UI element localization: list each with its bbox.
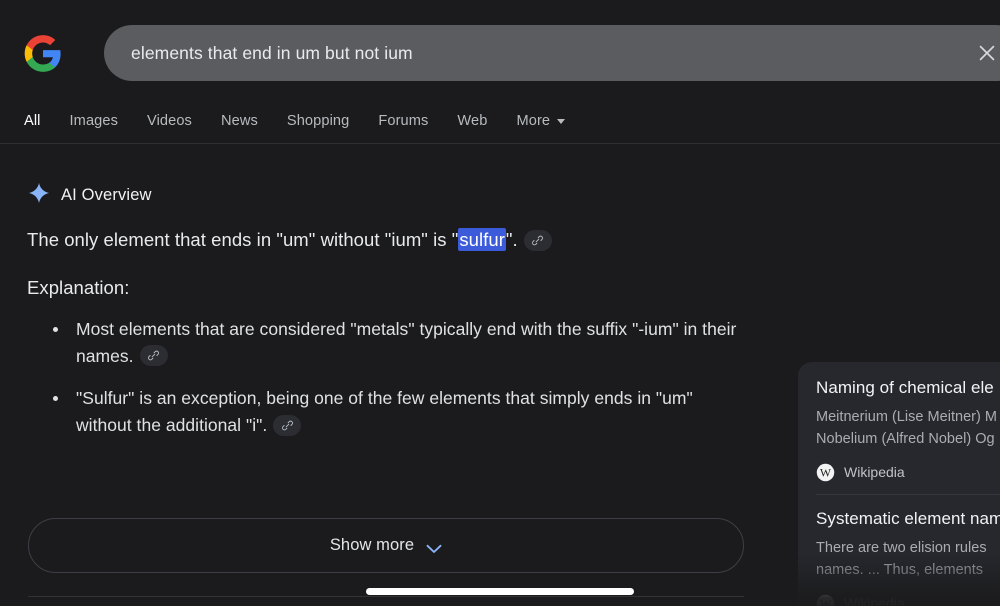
search-input[interactable]: elements that end in um but not ium <box>104 25 1000 81</box>
close-x-icon[interactable] <box>976 42 998 64</box>
source-cards-panel: Naming of chemical ele Meitnerium (Lise … <box>798 362 1000 606</box>
google-logo[interactable] <box>23 33 63 74</box>
answer-highlight[interactable]: sulfur <box>458 228 506 251</box>
wikipedia-favicon: W <box>816 594 835 606</box>
source-card-snippet-line: Meitnerium (Lise Meitner) M <box>816 409 998 425</box>
bullet-text: Most elements that are considered "metal… <box>76 319 737 366</box>
source-card[interactable]: Systematic element nam There are two eli… <box>798 494 1000 606</box>
top-search-bar: elements that end in um but not ium <box>0 0 1000 96</box>
source-name: Wikipedia <box>844 595 905 606</box>
answer-prefix: The only element that ends in "um" witho… <box>27 229 459 250</box>
svg-text:W: W <box>820 466 832 480</box>
show-more-button[interactable]: Show more <box>28 518 744 573</box>
source-card-title[interactable]: Systematic element nam <box>816 509 1000 529</box>
search-results-page: elements that end in um but not ium All … <box>0 0 1000 606</box>
source-card-title[interactable]: Naming of chemical ele <box>816 378 1000 398</box>
tab-forums[interactable]: Forums <box>378 113 428 129</box>
tab-more-label: More <box>516 113 551 129</box>
content-divider <box>28 596 744 597</box>
source-card-snippet-line: Nobelium (Alfred Nobel) Og <box>816 431 995 448</box>
source-name: Wikipedia <box>844 464 905 481</box>
answer-suffix: ". <box>505 229 518 250</box>
source-attribution: W Wikipedia <box>816 594 1000 606</box>
list-item: "Sulfur" is an exception, being one of t… <box>42 385 742 438</box>
wikipedia-favicon: W <box>816 463 835 482</box>
chevron-down-icon <box>426 541 442 553</box>
explanation-heading: Explanation: <box>27 277 130 298</box>
tab-shopping[interactable]: Shopping <box>287 113 349 129</box>
bullet-text: "Sulfur" is an exception, being one of t… <box>76 388 693 435</box>
source-card-snippet-line: There are two elision rules <box>816 539 987 556</box>
ai-overview-answer: The only element that ends in "um" witho… <box>27 226 747 254</box>
tab-news[interactable]: News <box>221 113 258 129</box>
sparkle-icon <box>28 182 50 209</box>
tab-images[interactable]: Images <box>70 113 118 129</box>
link-chip-icon[interactable] <box>523 229 552 251</box>
chevron-down-icon <box>557 118 566 124</box>
ai-overview-header: AI Overview <box>28 182 152 209</box>
show-more-label: Show more <box>329 536 415 554</box>
search-query-text: elements that end in um but not ium <box>131 42 413 63</box>
result-type-tabs: All Images Videos News Shopping Forums W… <box>0 99 1000 143</box>
list-item: Most elements that are considered "metal… <box>42 316 742 369</box>
source-card-snippet-line: names. ... Thus, elements <box>816 562 984 579</box>
tab-more[interactable]: More <box>516 113 566 129</box>
tab-videos[interactable]: Videos <box>147 113 192 129</box>
ai-overview-label: AI Overview <box>61 186 152 204</box>
svg-text:W: W <box>820 597 832 606</box>
link-chip-icon[interactable] <box>139 345 168 367</box>
home-indicator <box>366 588 634 595</box>
source-card[interactable]: Naming of chemical ele Meitnerium (Lise … <box>798 362 1000 494</box>
tab-web[interactable]: Web <box>457 113 487 129</box>
link-chip-icon[interactable] <box>273 414 302 436</box>
main-content: AI Overview The only element that ends i… <box>0 144 1000 606</box>
source-attribution: W Wikipedia <box>816 463 1000 482</box>
tab-all[interactable]: All <box>24 113 41 129</box>
explanation-bullet-list: Most elements that are considered "metal… <box>42 316 742 454</box>
